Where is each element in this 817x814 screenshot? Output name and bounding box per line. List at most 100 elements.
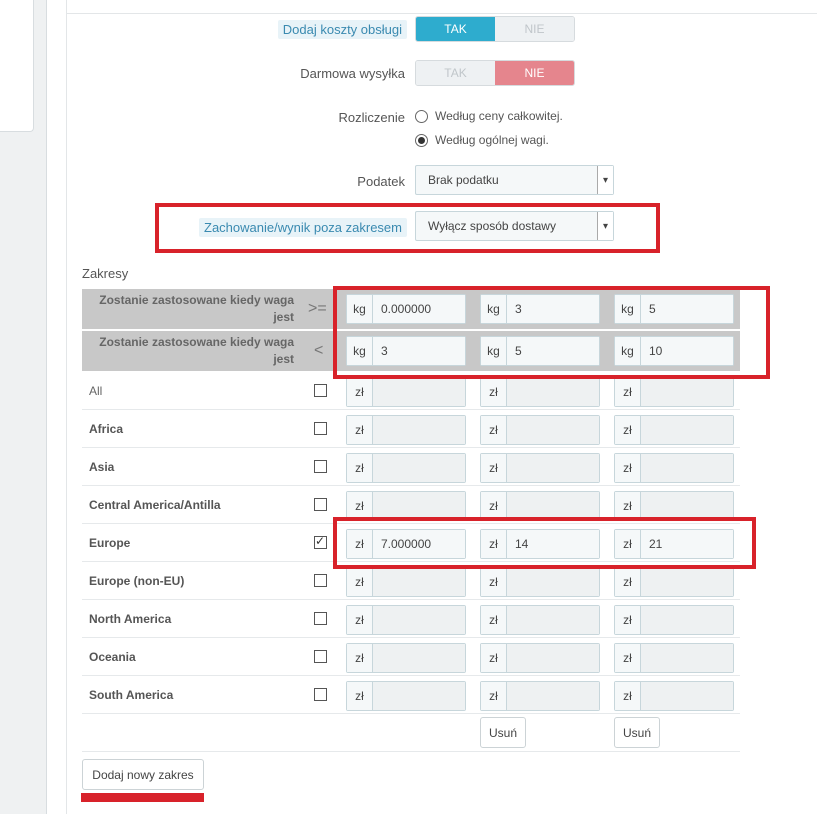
zone-name: Europe (89, 536, 131, 550)
range-value[interactable]: 3 (507, 295, 599, 323)
out-of-range-select[interactable]: Wyłącz sposób dostawy ▾ (415, 211, 614, 241)
price-value[interactable] (641, 606, 733, 634)
zone-price-input[interactable]: zł (480, 643, 600, 673)
zone-price-input[interactable]: zł (480, 415, 600, 445)
range-value[interactable]: 0.000000 (373, 295, 465, 323)
delete-range-button[interactable]: Usuń (614, 717, 660, 748)
range-value[interactable]: 5 (641, 295, 733, 323)
price-value[interactable] (641, 682, 733, 710)
range-to-input[interactable]: kg 10 (614, 336, 734, 366)
handling-costs-toggle[interactable]: TAK NIE (415, 16, 575, 42)
zone-price-input[interactable]: zł (614, 605, 734, 635)
range-value[interactable]: 3 (373, 337, 465, 365)
zone-price-input[interactable]: zł (614, 681, 734, 711)
radio-icon[interactable] (415, 133, 428, 147)
price-value[interactable] (507, 644, 599, 672)
zone-price-input[interactable]: zł (614, 567, 734, 597)
handling-costs-no[interactable]: NIE (495, 17, 574, 41)
zone-checkbox[interactable] (314, 498, 327, 511)
divider (82, 751, 740, 752)
free-shipping-no[interactable]: NIE (495, 61, 574, 85)
price-value[interactable] (507, 682, 599, 710)
price-value[interactable]: 14 (507, 530, 599, 558)
free-shipping-toggle[interactable]: TAK NIE (415, 60, 575, 86)
zone-price-input[interactable]: zł (614, 453, 734, 483)
zone-price-input[interactable]: zł (346, 415, 466, 445)
billing-option-weight[interactable]: Według ogólnej wagi. (415, 133, 549, 147)
unit-addon: kg (347, 295, 373, 323)
handling-costs-yes[interactable]: TAK (416, 17, 495, 41)
zone-price-input[interactable]: zł (480, 453, 600, 483)
zone-checkbox[interactable] (314, 534, 327, 549)
delete-range-button[interactable]: Usuń (480, 717, 526, 748)
zone-price-input[interactable]: zł (480, 377, 600, 407)
zone-price-input[interactable]: zł (346, 681, 466, 711)
zone-price-input[interactable]: zł (614, 415, 734, 445)
currency-addon: zł (347, 492, 373, 520)
range-to-input[interactable]: kg 5 (480, 336, 600, 366)
currency-addon: zł (481, 644, 507, 672)
zone-price-input[interactable]: zł (480, 491, 600, 521)
range-from-input[interactable]: kg 5 (614, 294, 734, 324)
price-value[interactable]: 7.000000 (373, 530, 465, 558)
zone-name: Europe (non-EU) (89, 574, 185, 588)
zone-checkbox[interactable] (314, 688, 327, 701)
zone-price-input[interactable]: zł (480, 681, 600, 711)
price-value[interactable] (373, 454, 465, 482)
zone-price-input[interactable]: zł (480, 567, 600, 597)
price-value[interactable]: 21 (641, 530, 733, 558)
zone-price-input[interactable]: zł (614, 377, 734, 407)
free-shipping-yes[interactable]: TAK (416, 61, 495, 85)
zone-price-input[interactable]: zł (346, 605, 466, 635)
zone-checkbox[interactable] (314, 612, 327, 625)
currency-addon: zł (615, 378, 641, 406)
price-value[interactable] (507, 492, 599, 520)
zone-name: Central America/Antilla (89, 498, 221, 512)
zone-price-input[interactable]: zł (346, 453, 466, 483)
zone-price-input[interactable]: zł (614, 491, 734, 521)
zone-checkbox[interactable] (314, 422, 327, 435)
price-value[interactable] (507, 454, 599, 482)
tax-select[interactable]: Brak podatku ▾ (415, 165, 614, 195)
price-value[interactable] (373, 568, 465, 596)
zone-price-input[interactable]: zł 21 (614, 529, 734, 559)
price-value[interactable] (641, 378, 733, 406)
price-value[interactable] (373, 378, 465, 406)
zone-price-input[interactable]: zł 14 (480, 529, 600, 559)
range-value[interactable]: 5 (507, 337, 599, 365)
price-value[interactable] (373, 606, 465, 634)
currency-addon: zł (615, 454, 641, 482)
radio-icon[interactable] (415, 109, 428, 123)
price-value[interactable] (373, 492, 465, 520)
zone-price-input[interactable]: zł (346, 643, 466, 673)
billing-option-label: Według ogólnej wagi. (435, 133, 549, 147)
price-value[interactable] (373, 416, 465, 444)
zone-checkbox[interactable] (314, 460, 327, 473)
zone-checkbox[interactable] (314, 574, 327, 587)
price-value[interactable] (507, 378, 599, 406)
zone-price-input[interactable]: zł 7.000000 (346, 529, 466, 559)
billing-option-price[interactable]: Według ceny całkowitej. (415, 109, 563, 123)
price-value[interactable] (507, 606, 599, 634)
price-value[interactable] (373, 682, 465, 710)
range-from-input[interactable]: kg 0.000000 (346, 294, 466, 324)
zone-price-input[interactable]: zł (346, 491, 466, 521)
price-value[interactable] (641, 416, 733, 444)
zone-price-input[interactable]: zł (480, 605, 600, 635)
price-value[interactable] (507, 568, 599, 596)
price-value[interactable] (641, 644, 733, 672)
price-value[interactable] (641, 454, 733, 482)
price-value[interactable] (373, 644, 465, 672)
range-from-input[interactable]: kg 3 (480, 294, 600, 324)
range-value[interactable]: 10 (641, 337, 733, 365)
zone-price-input[interactable]: zł (346, 567, 466, 597)
zone-price-input[interactable]: zł (614, 643, 734, 673)
price-value[interactable] (507, 416, 599, 444)
range-to-input[interactable]: kg 3 (346, 336, 466, 366)
zone-price-input[interactable]: zł (346, 377, 466, 407)
zone-checkbox[interactable] (314, 384, 327, 397)
price-value[interactable] (641, 492, 733, 520)
zone-checkbox[interactable] (314, 650, 327, 663)
price-value[interactable] (641, 568, 733, 596)
add-range-button[interactable]: Dodaj nowy zakres (82, 759, 204, 790)
